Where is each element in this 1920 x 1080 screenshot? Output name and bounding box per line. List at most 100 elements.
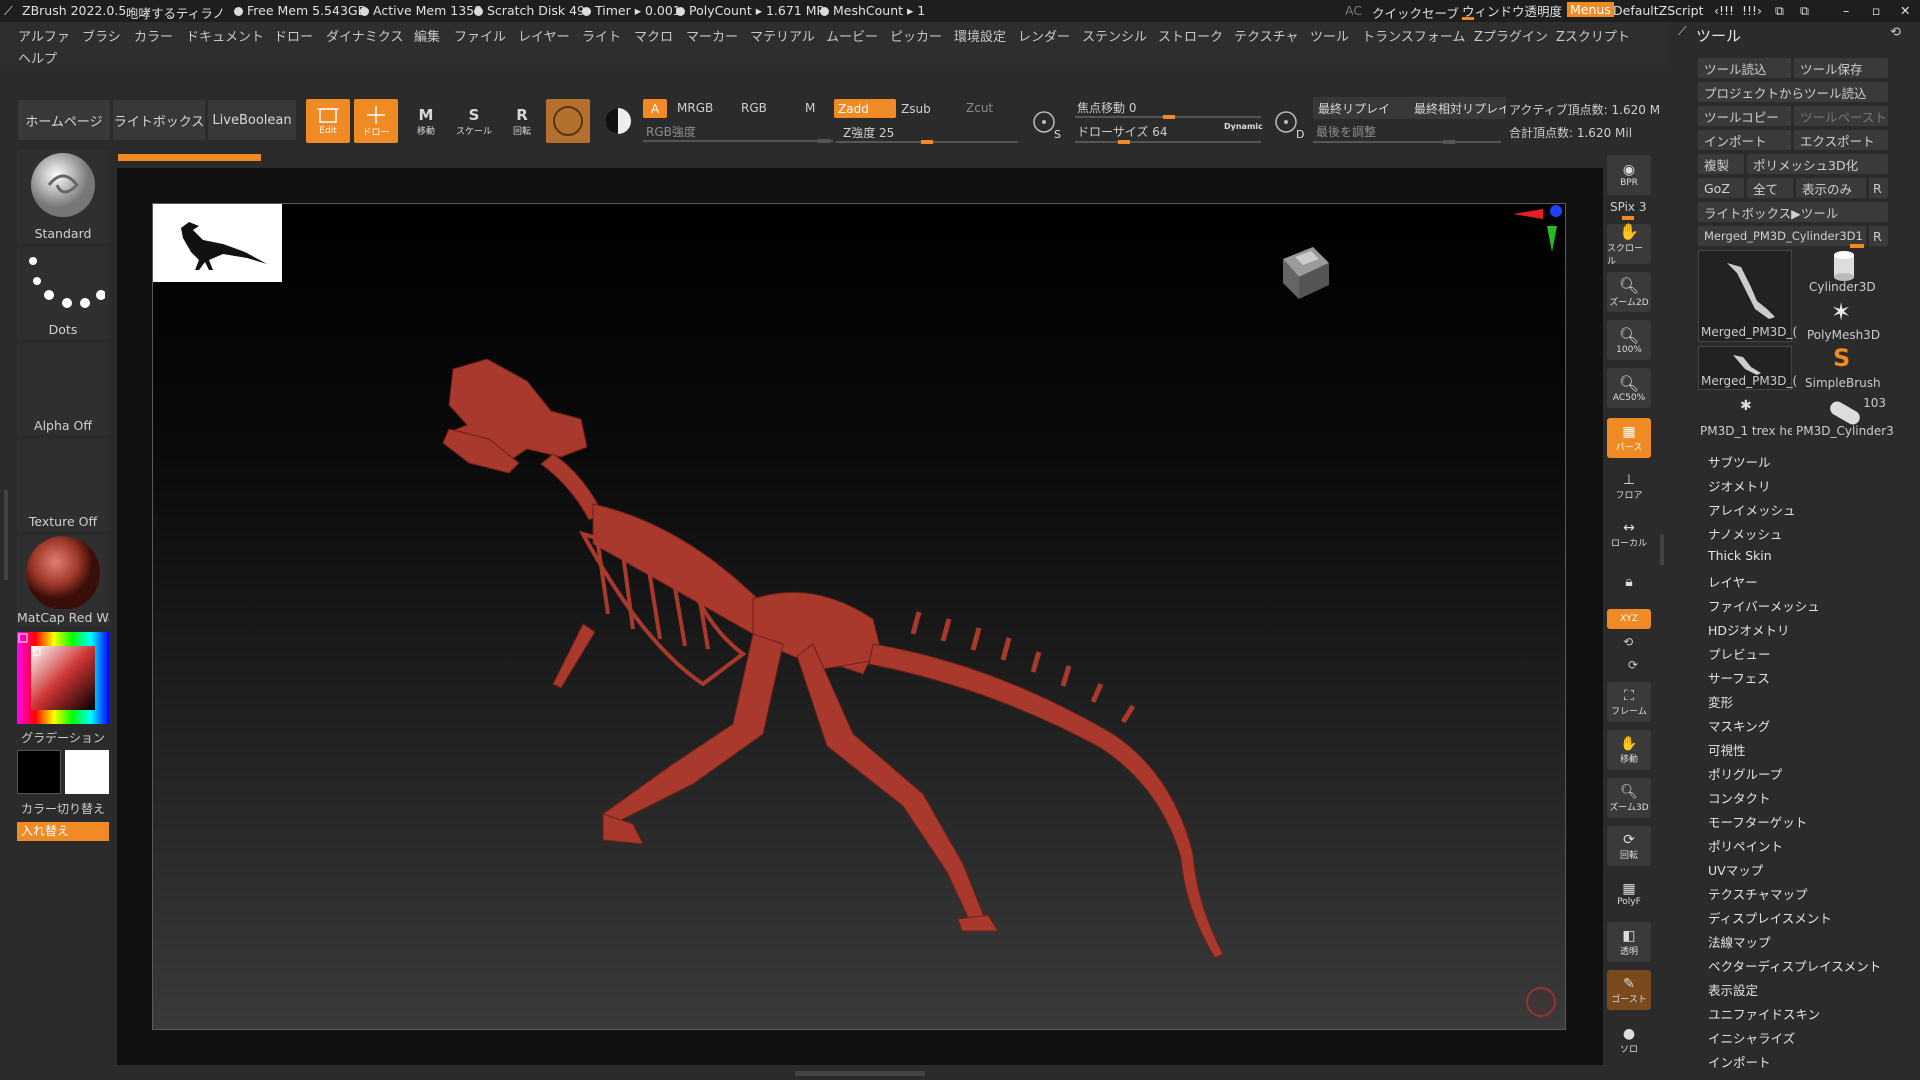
navigation-cube[interactable]: [1253, 209, 1343, 309]
tool-palette-title[interactable]: ツール: [1696, 25, 1741, 46]
draw-button[interactable]: ドロー: [354, 99, 398, 143]
menu-stroke[interactable]: ストローク: [1158, 26, 1223, 45]
z-intensity-knob[interactable]: [921, 140, 933, 144]
menu-picker[interactable]: ピッカー: [890, 26, 942, 45]
menu-marker[interactable]: マーカー: [686, 26, 738, 45]
last-relative-replay-button[interactable]: 最終相対リプレイ: [1409, 97, 1506, 119]
half-size-button[interactable]: 🔍︎ AC50%: [1607, 368, 1651, 408]
zadd-toggle[interactable]: Zadd: [834, 99, 896, 118]
xyz-button[interactable]: XYZ: [1607, 609, 1651, 629]
tool-thumb-merged-2[interactable]: Merged_PM3D_(: [1698, 346, 1797, 390]
section-masking[interactable]: マスキング: [1708, 716, 1881, 740]
menu-zscript[interactable]: Zスクリプト: [1556, 26, 1630, 45]
adjust-last-slider[interactable]: [1313, 141, 1501, 143]
layout-arrows-icon[interactable]: ‹!!!: [1714, 3, 1734, 18]
texture-slot[interactable]: Texture Off: [17, 439, 109, 531]
menu-layer[interactable]: レイヤー: [518, 26, 570, 45]
zoom3d-button[interactable]: 🔍︎ ズーム3D: [1607, 778, 1651, 818]
load-tool-from-project-button[interactable]: プロジェクトからツール読込: [1698, 82, 1888, 102]
section-contact[interactable]: コンタクト: [1708, 788, 1881, 812]
section-layers[interactable]: レイヤー: [1708, 572, 1881, 596]
section-polygroups[interactable]: ポリグループ: [1708, 764, 1881, 788]
section-subtool[interactable]: サブツール: [1708, 452, 1881, 476]
section-morph-target[interactable]: モーフターゲット: [1708, 812, 1881, 836]
current-tool-r-button[interactable]: R: [1869, 226, 1888, 246]
menu-light[interactable]: ライト: [582, 26, 621, 45]
menu-preferences[interactable]: 環境設定: [954, 26, 1006, 45]
rotate-view-button[interactable]: ⟳ 回転: [1607, 826, 1651, 866]
goz-r-button[interactable]: R: [1869, 178, 1888, 198]
section-thick-skin[interactable]: Thick Skin: [1708, 548, 1881, 572]
menu-file[interactable]: ファイル: [454, 26, 506, 45]
actual-size-button[interactable]: 🔍︎ 100%: [1607, 320, 1651, 360]
draw-size-knob[interactable]: [1118, 140, 1130, 144]
right-tray-handle[interactable]: [1660, 535, 1664, 565]
section-geometry[interactable]: ジオメトリ: [1708, 476, 1881, 500]
lightbox-tools-button[interactable]: ライトボックス▶ツール: [1698, 202, 1888, 222]
m-toggle[interactable]: M: [805, 101, 815, 115]
menu-stencil[interactable]: ステンシル: [1082, 26, 1147, 45]
section-nanomesh[interactable]: ナノメッシュ: [1708, 524, 1881, 548]
frame-button[interactable]: ⛶ フレーム: [1607, 682, 1651, 722]
goz-visible-button[interactable]: 表示のみ: [1796, 178, 1866, 198]
lightbox-button[interactable]: ライトボックス: [113, 100, 205, 140]
tool-slider-knob[interactable]: [1850, 244, 1864, 248]
menu-material[interactable]: マテリアル: [750, 26, 815, 45]
material-slot[interactable]: MatCap Red Wax: [17, 535, 109, 627]
import-button[interactable]: インポート: [1698, 130, 1791, 150]
rotate-z-icon[interactable]: ⟳: [1628, 658, 1638, 672]
section-unified-skin[interactable]: ユニファイドスキン: [1708, 1004, 1881, 1028]
tool-thumb-merged-1[interactable]: Merged_PM3D_(: [1698, 250, 1797, 342]
menu-macro[interactable]: マクロ: [634, 26, 673, 45]
zcut-toggle[interactable]: Zcut: [966, 101, 993, 115]
menu-dynamics[interactable]: ダイナミクス: [326, 26, 403, 45]
scroll-button[interactable]: ✋ スクロール: [1607, 222, 1651, 267]
section-arraymesh[interactable]: アレイメッシュ: [1708, 500, 1881, 524]
menu-texture[interactable]: テクスチャ: [1234, 26, 1298, 45]
clone-button[interactable]: 複製: [1698, 154, 1744, 174]
secondary-color-swatch[interactable]: [65, 750, 109, 794]
menu-document[interactable]: ドキュメント: [186, 26, 264, 45]
section-uv-map[interactable]: UVマップ: [1708, 860, 1881, 884]
left-tray-handle[interactable]: [4, 490, 8, 580]
canvas[interactable]: [152, 203, 1566, 1030]
draw-size-slider[interactable]: [1075, 141, 1261, 143]
make-polymesh3d-button[interactable]: ポリメッシュ3D化: [1747, 154, 1888, 174]
homepage-button[interactable]: ホームページ: [18, 100, 110, 140]
bottom-tray-handle[interactable]: [795, 1071, 925, 1076]
move-button[interactable]: M 移動: [404, 99, 448, 143]
close-icon[interactable]: ✕: [1900, 3, 1910, 18]
palette-pin-icon[interactable]: ⟋: [1678, 24, 1686, 39]
zsub-toggle[interactable]: Zsub: [901, 102, 931, 116]
section-deformation[interactable]: 変形: [1708, 692, 1881, 716]
section-hd-geometry[interactable]: HDジオメトリ: [1708, 620, 1881, 644]
spix-slider[interactable]: [1622, 216, 1634, 220]
rgb-toggle[interactable]: RGB: [741, 101, 767, 115]
tool-thumb-cylinder[interactable]: Cylinder3D: [1795, 250, 1888, 294]
alpha-slot[interactable]: Alpha Off: [17, 343, 109, 435]
lazy-d-icon[interactable]: D: [1272, 106, 1306, 141]
a-toggle[interactable]: A: [643, 99, 667, 118]
menu-movie[interactable]: ムービー: [826, 26, 878, 45]
rotate-y-icon[interactable]: ⟲: [1623, 635, 1633, 649]
stroke-slot[interactable]: Dots: [17, 247, 109, 339]
section-normal-map[interactable]: 法線マップ: [1708, 932, 1881, 956]
rgb-intensity-knob[interactable]: [818, 139, 830, 143]
last-replay-button[interactable]: 最終リプレイ: [1313, 97, 1410, 119]
menu-color[interactable]: カラー: [134, 26, 173, 45]
rotate-button[interactable]: R 回転: [500, 99, 544, 143]
window-layout-icon-2[interactable]: ⧉: [1800, 3, 1809, 19]
lazy-s-icon[interactable]: S: [1030, 106, 1064, 141]
floor-button[interactable]: ⊥ フロア: [1607, 466, 1651, 506]
dynamic-toggle[interactable]: Dynamic: [1224, 122, 1263, 131]
goz-all-button[interactable]: 全て: [1747, 178, 1793, 198]
tool-thumb-pm3d-cylinder[interactable]: 103 PM3D_Cylinder3: [1795, 394, 1894, 438]
copy-tool-button[interactable]: ツールコピー: [1698, 106, 1791, 126]
menus-toggle[interactable]: Menus: [1567, 2, 1614, 17]
color-picker[interactable]: [17, 632, 109, 724]
transparency-slider[interactable]: [1462, 17, 1474, 20]
primary-color-swatch[interactable]: [17, 750, 61, 794]
window-layout-icon[interactable]: ⧉: [1775, 3, 1784, 19]
menu-edit[interactable]: 編集: [414, 26, 440, 45]
current-tool-name[interactable]: Merged_PM3D_Cylinder3D1: [1698, 226, 1866, 246]
